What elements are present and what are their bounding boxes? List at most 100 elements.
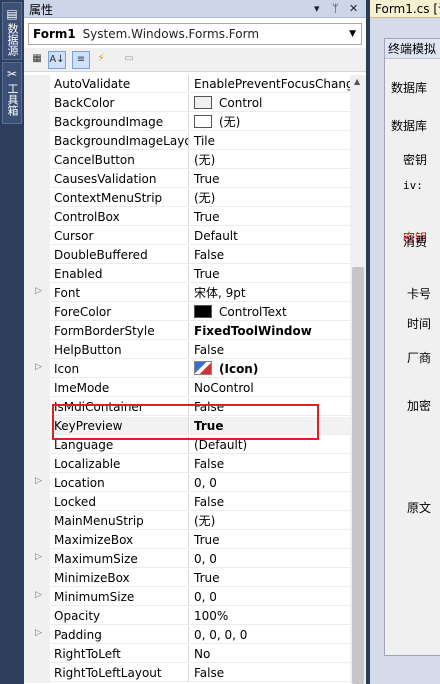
property-row[interactable]: KeyPreview True xyxy=(24,417,350,436)
scrollbar-thumb[interactable] xyxy=(352,267,364,684)
close-icon[interactable]: ✕ xyxy=(349,0,358,17)
property-value[interactable]: 宋体, 9pt xyxy=(190,284,350,302)
property-grid-scrollbar[interactable]: ▲ xyxy=(350,75,366,684)
property-value[interactable]: Control xyxy=(190,94,350,112)
property-row[interactable]: CancelButton (无) xyxy=(24,151,350,170)
property-value[interactable]: No xyxy=(190,645,350,663)
editor-tab[interactable]: Form1.cs [设 xyxy=(370,0,440,18)
property-row[interactable]: ▷ Padding 0, 0, 0, 0 xyxy=(24,626,350,645)
categorized-icon[interactable]: ▦ xyxy=(28,51,46,69)
property-row[interactable]: HelpButton False xyxy=(24,341,350,360)
form-label[interactable]: 密钥 xyxy=(403,151,427,168)
property-value[interactable]: True xyxy=(190,417,350,435)
property-value[interactable]: 0, 0 xyxy=(190,588,350,606)
expand-icon[interactable]: ▷ xyxy=(35,628,42,638)
property-value[interactable]: (无) xyxy=(190,151,350,169)
property-value[interactable]: True xyxy=(190,531,350,549)
property-row[interactable]: ContextMenuStrip (无) xyxy=(24,189,350,208)
form-label[interactable]: 消费 xyxy=(403,233,427,250)
property-row[interactable]: FormBorderStyle FixedToolWindow xyxy=(24,322,350,341)
form-label[interactable]: 原文 xyxy=(407,499,431,516)
expand-icon[interactable]: ▷ xyxy=(35,286,42,296)
property-row[interactable]: MainMenuStrip (无) xyxy=(24,512,350,531)
property-row[interactable]: IsMdiContainer False xyxy=(24,398,350,417)
form-label[interactable]: 数据库 xyxy=(391,117,427,134)
property-value[interactable]: True xyxy=(190,170,350,188)
property-row[interactable]: RightToLeftLayout False xyxy=(24,664,350,683)
property-row[interactable]: ▷ MaximumSize 0, 0 xyxy=(24,550,350,569)
form-label[interactable]: 厂商 xyxy=(407,349,431,366)
property-row[interactable]: AutoValidate EnablePreventFocusChang xyxy=(24,75,350,94)
property-value-text: True xyxy=(194,210,220,224)
property-value[interactable]: Default xyxy=(190,227,350,245)
property-value[interactable]: EnablePreventFocusChang xyxy=(190,75,350,93)
property-value[interactable]: (无) xyxy=(190,189,350,207)
property-row[interactable]: Opacity 100% xyxy=(24,607,350,626)
property-name: BackgroundImage xyxy=(51,113,189,131)
property-value[interactable]: NoControl xyxy=(190,379,350,397)
expand-icon[interactable]: ▷ xyxy=(35,362,42,372)
form-label[interactable]: 数据库 xyxy=(391,79,427,96)
property-row[interactable]: BackgroundImage (无) xyxy=(24,113,350,132)
property-row[interactable]: Locked False xyxy=(24,493,350,512)
property-row[interactable]: MinimizeBox True xyxy=(24,569,350,588)
property-value[interactable]: (无) xyxy=(190,512,350,530)
property-row[interactable]: CausesValidation True xyxy=(24,170,350,189)
pin-icon[interactable]: ᛘ xyxy=(332,0,339,17)
form-label[interactable]: iv: xyxy=(403,179,423,192)
property-value[interactable]: FixedToolWindow xyxy=(190,322,350,340)
property-row[interactable]: Localizable False xyxy=(24,455,350,474)
property-value[interactable]: (无) xyxy=(190,113,350,131)
property-row[interactable]: ▷ Location 0, 0 xyxy=(24,474,350,493)
properties-view-icon[interactable]: ≡ xyxy=(72,51,90,69)
property-row[interactable]: ImeMode NoControl xyxy=(24,379,350,398)
alphabetical-icon[interactable]: A↓ xyxy=(48,51,66,69)
designer-form[interactable]: 终端模拟 数据库 数据库 密钥 iv: 密钥 消费 卡号 时间 厂商 加密 原文 xyxy=(384,38,440,656)
events-icon[interactable]: ⚡ xyxy=(92,51,110,69)
scroll-up-icon[interactable]: ▲ xyxy=(354,77,360,86)
property-row[interactable]: BackgroundImageLayo Tile xyxy=(24,132,350,151)
property-row[interactable]: MaximizeBox True xyxy=(24,531,350,550)
property-value[interactable]: False xyxy=(190,341,350,359)
property-value[interactable]: 100% xyxy=(190,607,350,625)
property-value[interactable]: 0, 0 xyxy=(190,550,350,568)
form-label[interactable]: 加密 xyxy=(407,397,431,414)
property-value[interactable]: False xyxy=(190,455,350,473)
property-row[interactable]: Cursor Default xyxy=(24,227,350,246)
property-value[interactable]: True xyxy=(190,265,350,283)
property-row[interactable]: ▷ MinimumSize 0, 0 xyxy=(24,588,350,607)
property-value[interactable]: False xyxy=(190,493,350,511)
property-pages-icon[interactable]: ▭ xyxy=(120,51,138,69)
expand-icon[interactable]: ▷ xyxy=(35,552,42,562)
property-value[interactable]: (Default) xyxy=(190,436,350,454)
toolbox-tab[interactable]: ✂ 工具箱 xyxy=(2,62,22,124)
property-name: MinimizeBox xyxy=(51,569,189,587)
property-row[interactable]: ▷ Icon (Icon) xyxy=(24,360,350,379)
dropdown-icon[interactable]: ▾ xyxy=(314,0,320,17)
expand-icon[interactable]: ▷ xyxy=(35,590,42,600)
expand-icon[interactable]: ▷ xyxy=(35,476,42,486)
property-value[interactable]: False xyxy=(190,664,350,682)
property-row[interactable]: Language (Default) xyxy=(24,436,350,455)
property-value[interactable]: (Icon) xyxy=(190,360,350,378)
property-row[interactable]: ForeColor ControlText xyxy=(24,303,350,322)
property-row[interactable]: BackColor Control xyxy=(24,94,350,113)
property-row[interactable]: DoubleBuffered False xyxy=(24,246,350,265)
property-value[interactable]: False xyxy=(190,398,350,416)
datasource-tab[interactable]: ▤ 数据源 xyxy=(2,2,22,60)
object-selector[interactable]: Form1 System.Windows.Forms.Form ▼ xyxy=(28,23,362,45)
row-gutter xyxy=(24,170,50,189)
property-value[interactable]: True xyxy=(190,208,350,226)
form-label[interactable]: 卡号 xyxy=(407,285,431,302)
property-value[interactable]: False xyxy=(190,246,350,264)
property-row[interactable]: ▷ Font 宋体, 9pt xyxy=(24,284,350,303)
property-row[interactable]: ControlBox True xyxy=(24,208,350,227)
property-value[interactable]: True xyxy=(190,569,350,587)
property-value[interactable]: ControlText xyxy=(190,303,350,321)
property-row[interactable]: Enabled True xyxy=(24,265,350,284)
property-row[interactable]: RightToLeft No xyxy=(24,645,350,664)
form-label[interactable]: 时间 xyxy=(407,315,431,332)
property-value[interactable]: Tile xyxy=(190,132,350,150)
property-value[interactable]: 0, 0, 0, 0 xyxy=(190,626,350,644)
property-value[interactable]: 0, 0 xyxy=(190,474,350,492)
